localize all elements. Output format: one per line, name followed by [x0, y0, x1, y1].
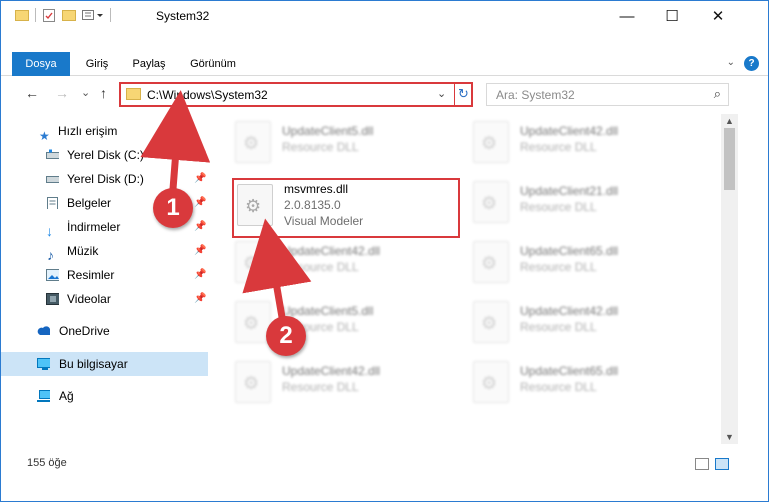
explorer-window: System32 — ☐ ✕ Dosya Giriş Paylaş Görünü…: [0, 0, 769, 502]
annotation-arrow-2: [242, 218, 312, 327]
step-2-badge: 2: [266, 316, 306, 356]
step-1-badge: 1: [153, 188, 193, 228]
annotation-arrow-1: [140, 90, 211, 193]
annotation-overlay: [140, 90, 312, 327]
